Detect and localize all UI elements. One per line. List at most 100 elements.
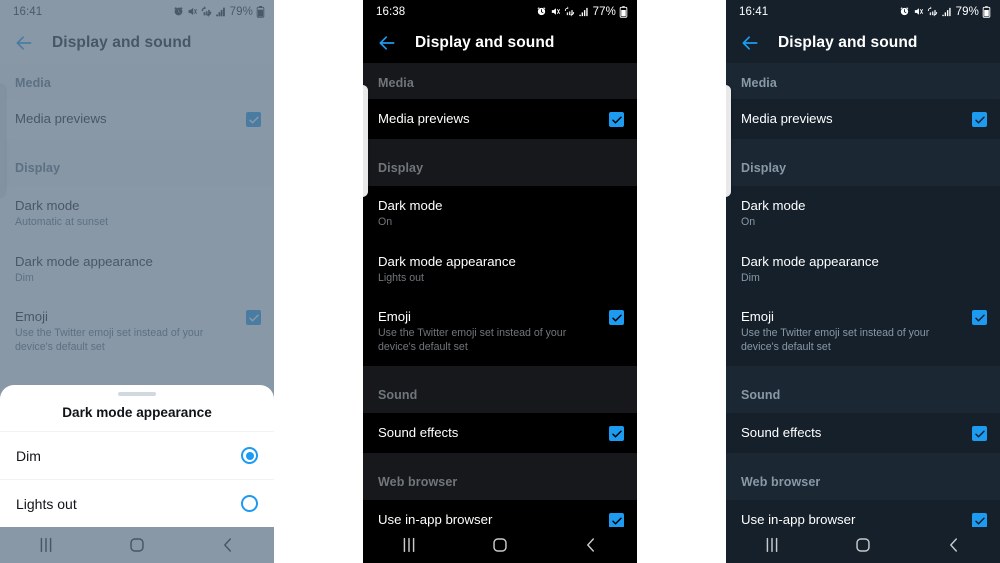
row-text: Emoji Use the Twitter emoji set instead … [378,309,599,354]
row-title: Use in-app browser [378,512,493,527]
check-icon [611,116,622,123]
row-text: Media previews [741,111,962,126]
section-header-web-browser: Web browser [726,453,1000,500]
row-text: Dark mode On [378,198,624,230]
checkbox-media-previews[interactable] [972,112,987,127]
back-arrow-icon[interactable] [740,33,760,53]
checkbox-use-in-app-browser[interactable] [972,513,987,527]
row-text: Use in-app browser [378,512,599,527]
dark-mode-appearance-bottom-sheet: Dark mode appearance Dim Lights out [0,385,274,527]
section-header-sound: Sound [726,366,1000,413]
checkbox-use-in-app-browser[interactable] [609,513,624,527]
row-subtitle: Lights out [378,271,424,284]
section-header-media: Media [726,63,1000,99]
checkbox-emoji[interactable] [609,310,624,325]
mute-icon [914,8,923,15]
list-item-media-previews[interactable]: Media previews [726,99,1000,139]
section-header-sound: Sound [363,366,637,413]
app-bar: Display and sound [726,23,1000,63]
check-icon [611,314,622,321]
system-nav-bar [726,527,1000,563]
section-header-display: Display [363,139,637,186]
list-item-emoji[interactable]: Emoji Use the Twitter emoji set instead … [363,297,637,366]
row-title: Use in-app browser [741,512,856,527]
sheet-option-label: Dim [16,447,41,464]
radio-dot [245,451,254,460]
mute-icon [551,8,560,15]
list-item-dark-mode[interactable]: Dark mode On [363,186,637,242]
check-icon [974,314,985,321]
section-header-display: Display [726,139,1000,186]
signal-bars-icon [942,7,951,17]
row-title: Media previews [741,111,833,126]
phone-panel-dim-with-dialog: 16:41 79% Display and sound Media [0,0,274,563]
battery-level-text: 79% [955,5,979,18]
home-icon[interactable] [489,534,511,556]
settings-list[interactable]: Media Media previews Display Dark mode O… [363,63,637,527]
sheet-title: Dark mode appearance [62,405,212,420]
row-text: Use in-app browser [741,512,962,527]
battery-icon [619,5,628,18]
alarm-icon [900,7,909,16]
row-text: Dark mode On [741,198,987,230]
check-icon [611,430,622,437]
phone-screen: 16:41 79% Display and sound Media [726,0,1000,563]
row-text: Emoji Use the Twitter emoji set instead … [741,309,962,354]
edge-swipe-indicator[interactable] [363,85,368,197]
list-item-use-in-app-browser[interactable]: Use in-app browser [363,500,637,527]
row-subtitle: On [378,216,393,228]
home-icon[interactable] [852,534,874,556]
radio-dim-selected[interactable] [241,447,258,464]
recents-icon[interactable] [398,534,420,556]
phone-panel-lights-out: 16:38 77% Display and sound Media Media … [363,0,637,563]
back-icon[interactable] [943,534,965,556]
row-text: Dark mode appearance Dim [741,254,987,286]
sync-icon [927,6,937,17]
list-item-use-in-app-browser[interactable]: Use in-app browser [726,500,1000,527]
sync-icon [564,6,574,17]
alarm-icon [537,7,546,16]
row-title: Emoji [378,309,411,324]
list-item-sound-effects[interactable]: Sound effects [726,413,1000,453]
recents-icon[interactable] [761,534,783,556]
row-subtitle: Use the Twitter emoji set instead of you… [378,327,567,353]
status-bar: 16:41 79% [726,0,1000,23]
check-icon [611,517,622,524]
sheet-option-dim[interactable]: Dim [0,431,274,479]
phone-screen: 16:41 79% Display and sound Media [0,0,274,563]
status-clock: 16:41 [739,5,769,18]
row-text: Sound effects [378,425,599,440]
list-item-sound-effects[interactable]: Sound effects [363,413,637,453]
list-item-media-previews[interactable]: Media previews [363,99,637,139]
checkbox-media-previews[interactable] [609,112,624,127]
check-icon [974,517,985,524]
section-header-web-browser: Web browser [363,453,637,500]
page-title: Display and sound [778,34,918,51]
back-arrow-icon[interactable] [377,33,397,53]
battery-level-text: 77% [592,5,616,18]
list-item-dark-mode-appearance[interactable]: Dark mode appearance Dim [726,241,1000,297]
section-header-media: Media [363,63,637,99]
row-subtitle: Use the Twitter emoji set instead of you… [741,327,930,353]
checkbox-sound-effects[interactable] [609,426,624,441]
status-clock: 16:38 [376,5,406,18]
settings-list[interactable]: Media Media previews Display Dark mode O… [726,63,1000,527]
row-title: Sound effects [378,425,459,440]
row-title: Dark mode [741,198,806,213]
sheet-option-lights-out[interactable]: Lights out [0,479,274,527]
checkbox-sound-effects[interactable] [972,426,987,441]
app-bar: Display and sound [363,23,637,63]
back-icon[interactable] [580,534,602,556]
list-item-dark-mode-appearance[interactable]: Dark mode appearance Lights out [363,241,637,297]
edge-swipe-indicator[interactable] [726,85,731,197]
status-bar: 16:38 77% [363,0,637,23]
row-subtitle: Dim [741,271,760,284]
battery-icon [982,5,991,18]
checkbox-emoji[interactable] [972,310,987,325]
list-item-emoji[interactable]: Emoji Use the Twitter emoji set instead … [726,297,1000,366]
status-icon-group: 77% [536,6,628,18]
radio-lights-out-unselected[interactable] [241,495,258,512]
list-item-dark-mode[interactable]: Dark mode On [726,186,1000,242]
check-icon [974,116,985,123]
row-title: Media previews [378,111,470,126]
